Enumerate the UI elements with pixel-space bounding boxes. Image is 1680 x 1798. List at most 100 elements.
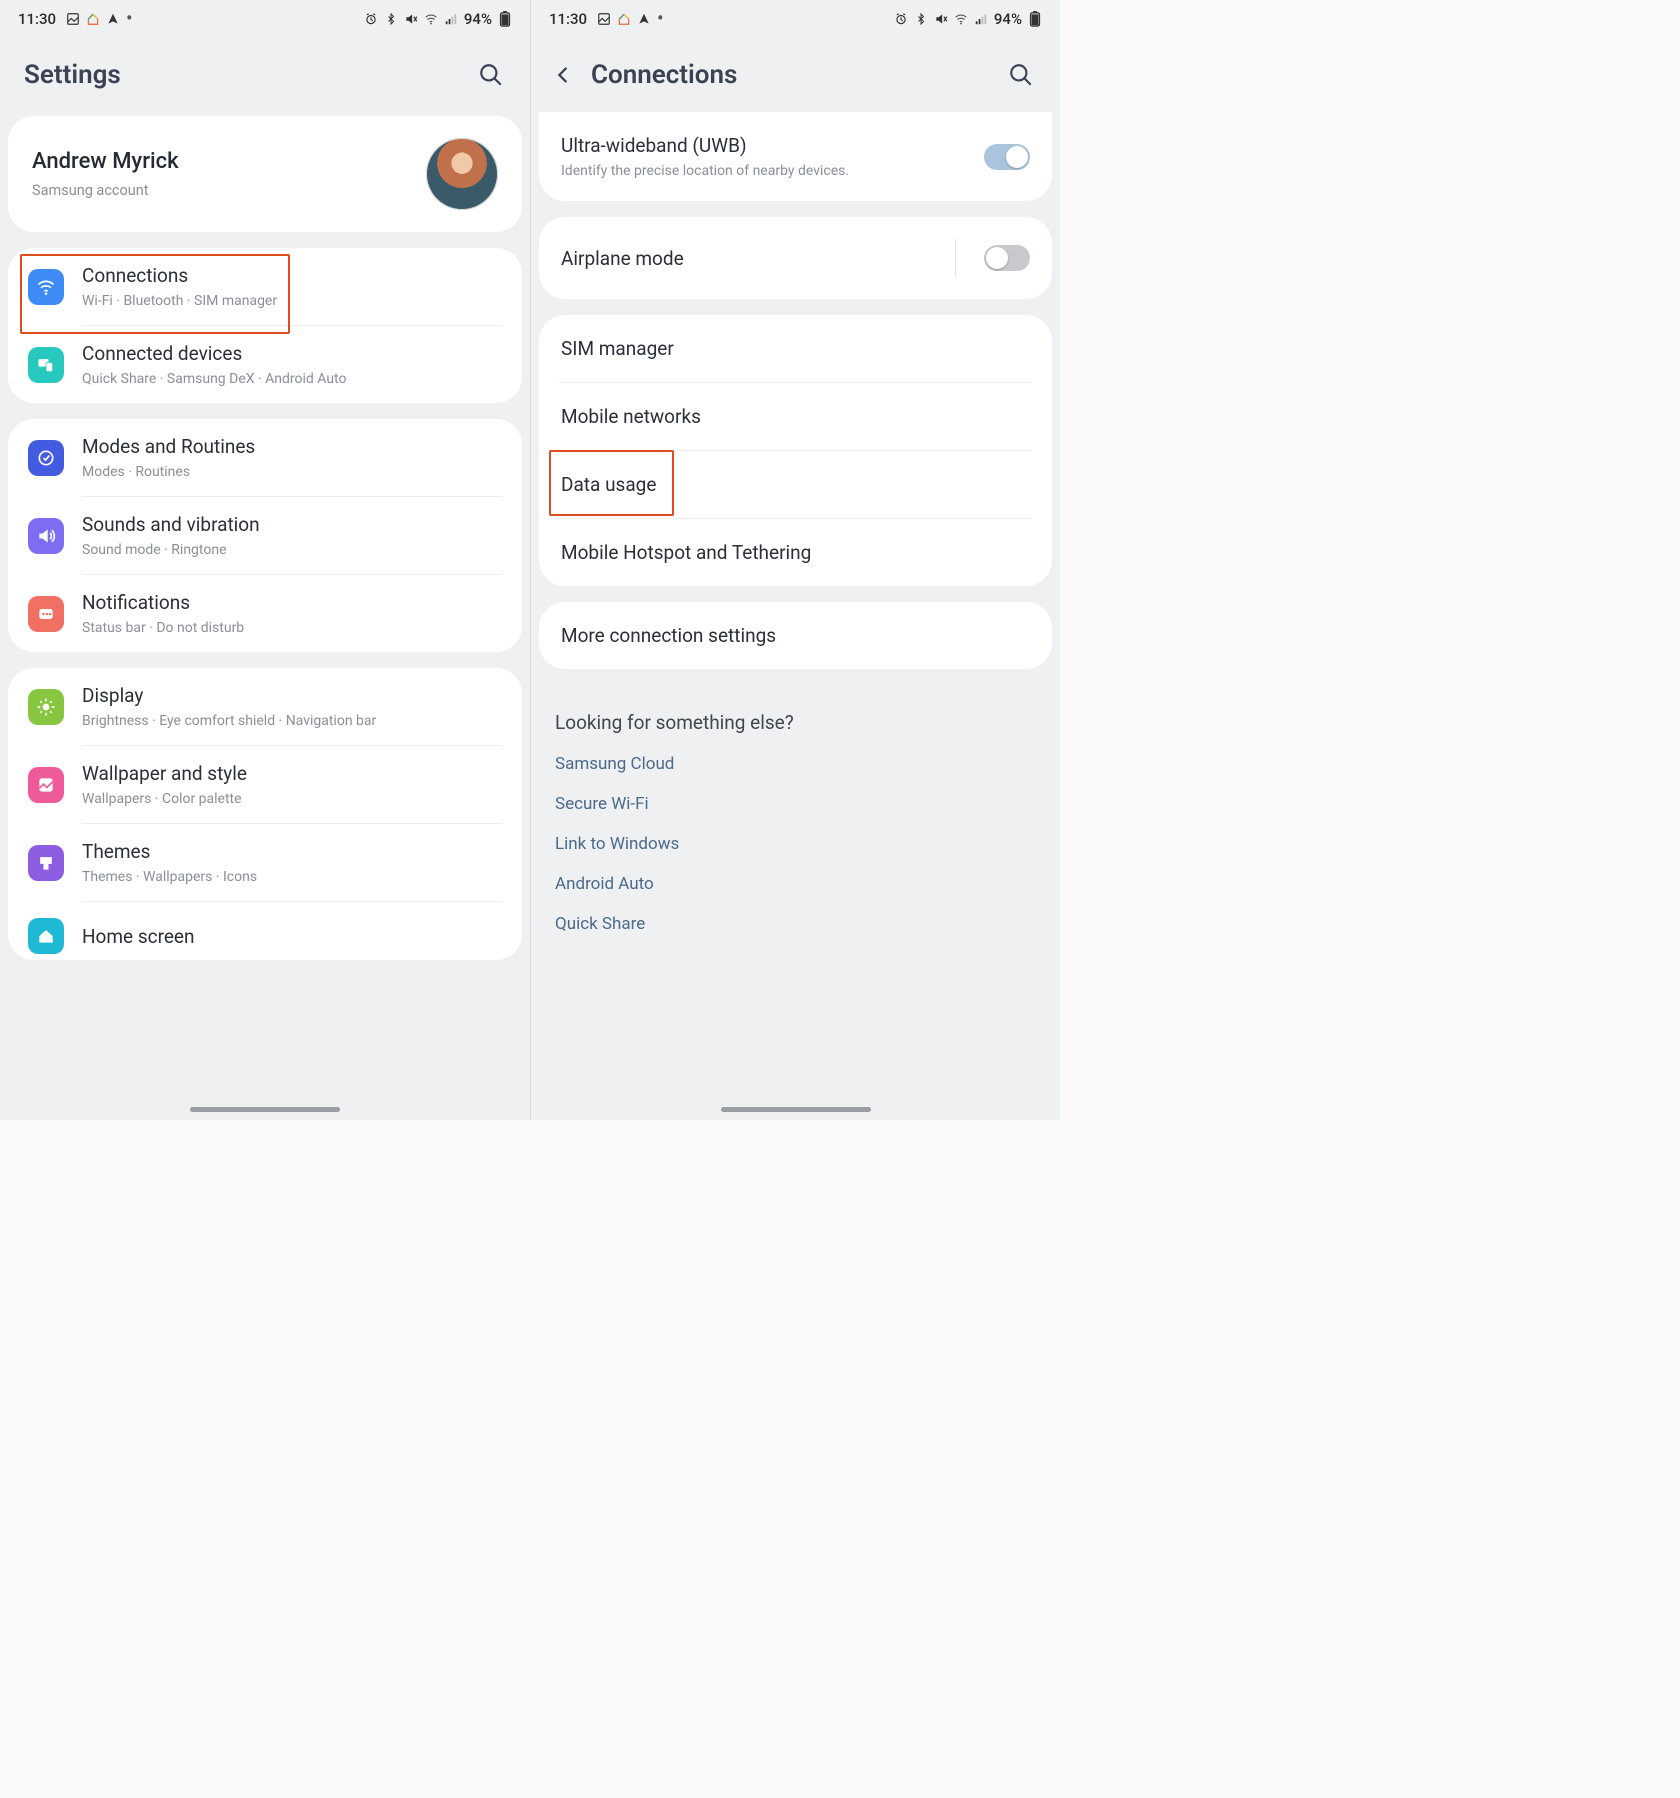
sound-icon	[28, 518, 64, 554]
send-icon	[637, 12, 651, 26]
conn-row-sim-manager[interactable]: SIM manager	[539, 315, 1052, 382]
hint-link-quick-share[interactable]: Quick Share	[555, 914, 1036, 934]
page-header: Connections	[531, 38, 1060, 116]
home-icon	[28, 918, 64, 954]
gallery-icon	[66, 12, 80, 26]
setting-title: Display	[82, 684, 376, 707]
cell-signal-icon	[974, 12, 988, 26]
settings-group-1: Modes and Routines Modes · Routines Soun…	[8, 419, 522, 652]
settings-row-connections[interactable]: Connections Wi-Fi · Bluetooth · SIM mana…	[8, 248, 522, 325]
setting-text: Connected devices Quick Share · Samsung …	[82, 342, 346, 387]
conn-row-hotspot[interactable]: Mobile Hotspot and Tethering	[539, 519, 1052, 586]
wallpaper-icon	[28, 767, 64, 803]
battery-text: 94%	[994, 10, 1022, 28]
setting-sub: Themes · Wallpapers · Icons	[82, 869, 257, 885]
search-icon	[478, 62, 504, 88]
setting-title: Modes and Routines	[82, 435, 255, 458]
status-bar: 11:30 •	[0, 0, 530, 38]
settings-row-display[interactable]: Display Brightness · Eye comfort shield …	[8, 668, 522, 745]
account-card: Andrew Myrick Samsung account	[8, 116, 522, 232]
search-button[interactable]	[476, 60, 506, 90]
themes-icon	[28, 845, 64, 881]
conn-row-airplane[interactable]: Airplane mode	[539, 217, 1052, 299]
conn-title: Mobile Hotspot and Tethering	[561, 541, 811, 564]
search-icon	[1008, 62, 1034, 88]
wifi-signal-icon	[954, 12, 968, 26]
settings-row-modes-routines[interactable]: Modes and Routines Modes · Routines	[8, 419, 522, 496]
home-app-icon	[86, 12, 100, 26]
setting-text: Connections Wi-Fi · Bluetooth · SIM mana…	[82, 264, 277, 309]
devices-icon	[28, 347, 64, 383]
hint-link-secure-wifi[interactable]: Secure Wi-Fi	[555, 794, 1036, 814]
conn-title: Airplane mode	[561, 247, 684, 270]
toggle-divider	[955, 239, 956, 277]
phone-connections-root: 11:30 • 94% Connectio	[530, 0, 1060, 1120]
mute-icon	[404, 12, 418, 26]
account-row[interactable]: Andrew Myrick Samsung account	[8, 116, 522, 232]
nav-indicator[interactable]	[721, 1107, 871, 1112]
settings-row-themes[interactable]: Themes Themes · Wallpapers · Icons	[8, 824, 522, 901]
conn-row-uwb[interactable]: Ultra-wideband (UWB) Identify the precis…	[539, 112, 1052, 201]
conn-title: SIM manager	[561, 337, 674, 360]
conn-title: Mobile networks	[561, 405, 701, 428]
hint-block: Looking for something else? Samsung Clou…	[531, 685, 1060, 994]
settings-group-0: Connections Wi-Fi · Bluetooth · SIM mana…	[8, 248, 522, 403]
settings-group-2: Display Brightness · Eye comfort shield …	[8, 668, 522, 960]
setting-title: Notifications	[82, 591, 244, 614]
status-left: 11:30 •	[18, 10, 132, 28]
send-icon	[106, 12, 120, 26]
chevron-left-icon	[552, 64, 574, 86]
back-button[interactable]	[549, 61, 577, 89]
battery-text: 94%	[464, 10, 492, 28]
setting-text: Sounds and vibration Sound mode · Ringto…	[82, 513, 260, 558]
display-icon	[28, 689, 64, 725]
bluetooth-icon	[384, 12, 398, 26]
setting-title: Wallpaper and style	[82, 762, 247, 785]
hint-link-link-windows[interactable]: Link to Windows	[555, 834, 1036, 854]
settings-row-wallpaper[interactable]: Wallpaper and style Wallpapers · Color p…	[8, 746, 522, 823]
conn-sub: Identify the precise location of nearby …	[561, 163, 849, 179]
gallery-icon	[597, 12, 611, 26]
home-app-icon	[617, 12, 631, 26]
cell-signal-icon	[444, 12, 458, 26]
setting-title: Connections	[82, 264, 277, 287]
settings-row-connected-devices[interactable]: Connected devices Quick Share · Samsung …	[8, 326, 522, 403]
search-button[interactable]	[1006, 60, 1036, 90]
page-title: Connections	[591, 60, 737, 90]
hint-link-android-auto[interactable]: Android Auto	[555, 874, 1036, 894]
mute-icon	[934, 12, 948, 26]
setting-sub: Quick Share · Samsung DeX · Android Auto	[82, 371, 346, 387]
setting-sub: Modes · Routines	[82, 464, 255, 480]
conn-row-mobile-networks[interactable]: Mobile networks	[539, 383, 1052, 450]
conn-text: Ultra-wideband (UWB) Identify the precis…	[561, 134, 849, 179]
conn-group-0: Ultra-wideband (UWB) Identify the precis…	[539, 112, 1052, 201]
hint-link-samsung-cloud[interactable]: Samsung Cloud	[555, 754, 1036, 774]
settings-row-sounds[interactable]: Sounds and vibration Sound mode · Ringto…	[8, 497, 522, 574]
setting-text: Modes and Routines Modes · Routines	[82, 435, 255, 480]
more-notifications-dot: •	[657, 10, 663, 28]
conn-row-data-usage[interactable]: Data usage	[539, 451, 1052, 518]
nav-indicator[interactable]	[190, 1107, 340, 1112]
phone-settings-root: 11:30 •	[0, 0, 530, 1120]
setting-text: Wallpaper and style Wallpapers · Color p…	[82, 762, 247, 807]
account-sub: Samsung account	[32, 182, 179, 199]
page-title: Settings	[24, 60, 121, 90]
header-left: Connections	[549, 60, 737, 90]
toggle-airplane[interactable]	[984, 245, 1030, 271]
settings-row-home-screen[interactable]: Home screen	[8, 902, 522, 960]
avatar[interactable]	[426, 138, 498, 210]
conn-title: More connection settings	[561, 624, 776, 647]
setting-text: Display Brightness · Eye comfort shield …	[82, 684, 376, 729]
toggle-uwb[interactable]	[984, 144, 1030, 170]
settings-row-notifications[interactable]: Notifications Status bar · Do not distur…	[8, 575, 522, 652]
page-header: Settings	[0, 38, 530, 116]
hint-title: Looking for something else?	[555, 711, 1036, 734]
conn-row-more[interactable]: More connection settings	[539, 602, 1052, 669]
status-time: 11:30	[18, 10, 56, 28]
status-bar: 11:30 • 94%	[531, 0, 1060, 38]
battery-icon	[498, 12, 512, 26]
setting-sub: Wallpapers · Color palette	[82, 791, 247, 807]
status-right: 94%	[894, 10, 1042, 28]
status-left: 11:30 •	[549, 10, 663, 28]
bluetooth-icon	[914, 12, 928, 26]
